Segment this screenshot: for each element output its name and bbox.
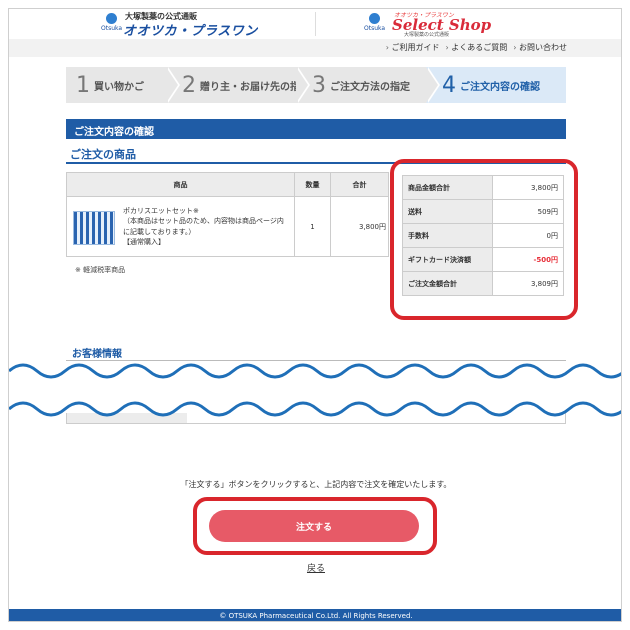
confirm-instruction: 「注文する」ボタンをクリックすると、上記内容で注文を確定いたします。 bbox=[180, 480, 452, 489]
col-total: 合計 bbox=[330, 172, 389, 197]
page-frame: Otsuka 大塚製薬の公式通販 オオツカ・プラスワン Otsuka オオツカ・… bbox=[8, 8, 622, 622]
select-shop-logo[interactable]: Otsuka オオツカ・プラスワン Select Shop 大塚製薬の公式通販 bbox=[364, 11, 504, 38]
purchase-type: 【通常購入】 bbox=[123, 237, 165, 246]
checkout-steps: 1 買い物かご 2 贈り主・お届け先の指定 3 ご注文方法の指定 4 ご注文内容の確認 bbox=[66, 67, 566, 103]
otsuka-plusone-logo[interactable]: Otsuka 大塚製薬の公式通販 オオツカ・プラスワン bbox=[101, 11, 281, 39]
col-qty: 数量 bbox=[294, 172, 331, 197]
table-row: ポカリスエットセット※ （本商品はセット品のため、内容物は商品ページ内に記載して… bbox=[66, 196, 389, 257]
product-qty: 1 bbox=[294, 196, 331, 257]
product-image[interactable] bbox=[73, 211, 115, 245]
otsuka-mark-icon: Otsuka bbox=[101, 13, 123, 35]
guide-link[interactable]: ご利用ガイド bbox=[386, 42, 440, 53]
tax-note: ※ 軽減税率商品 bbox=[75, 266, 126, 274]
step-recipient: 2 贈り主・お届け先の指定 bbox=[166, 67, 310, 103]
back-link[interactable]: 戻る bbox=[307, 564, 325, 574]
back-link-wrap: 戻る bbox=[9, 561, 621, 574]
step-payment-method: 3 ご注文方法の指定 bbox=[296, 67, 440, 103]
footer-copyright: © OTSUKA Pharmaceutical Co.Ltd. All Righ… bbox=[9, 609, 621, 621]
contact-link[interactable]: お問い合わせ bbox=[513, 42, 567, 53]
section-title: ご注文内容の確認 bbox=[66, 119, 566, 139]
product-table: 商品 数量 合計 ポカリスエットセット※ （本商品はセット品のため、内容物は商品… bbox=[66, 172, 389, 257]
summary-highlight-frame bbox=[390, 159, 578, 320]
step-cart: 1 買い物かご bbox=[66, 67, 180, 103]
product-name[interactable]: ポカリスエットセット※ bbox=[123, 206, 290, 216]
utility-nav: ご利用ガイド よくあるご質問 お問い合わせ bbox=[9, 39, 621, 57]
faq-link[interactable]: よくあるご質問 bbox=[446, 42, 507, 53]
site-header: Otsuka 大塚製薬の公式通販 オオツカ・プラスワン Otsuka オオツカ・… bbox=[9, 9, 621, 39]
button-highlight-frame bbox=[193, 497, 437, 555]
product-cell: ポカリスエットセット※ （本商品はセット品のため、内容物は商品ページ内に記載して… bbox=[66, 196, 295, 257]
col-product: 商品 bbox=[66, 172, 295, 197]
step-confirm-current: 4 ご注文内容の確認 bbox=[426, 67, 566, 103]
header-divider bbox=[315, 12, 316, 36]
logo-title: オオツカ・プラスワン bbox=[123, 24, 258, 39]
cut-wave-decoration bbox=[9, 361, 621, 417]
product-desc: （本商品はセット品のため、内容物は商品ページ内に記載しております。） bbox=[123, 217, 284, 236]
product-total: 3,800円 bbox=[330, 196, 389, 257]
otsuka-mark-icon: Otsuka bbox=[364, 13, 386, 35]
